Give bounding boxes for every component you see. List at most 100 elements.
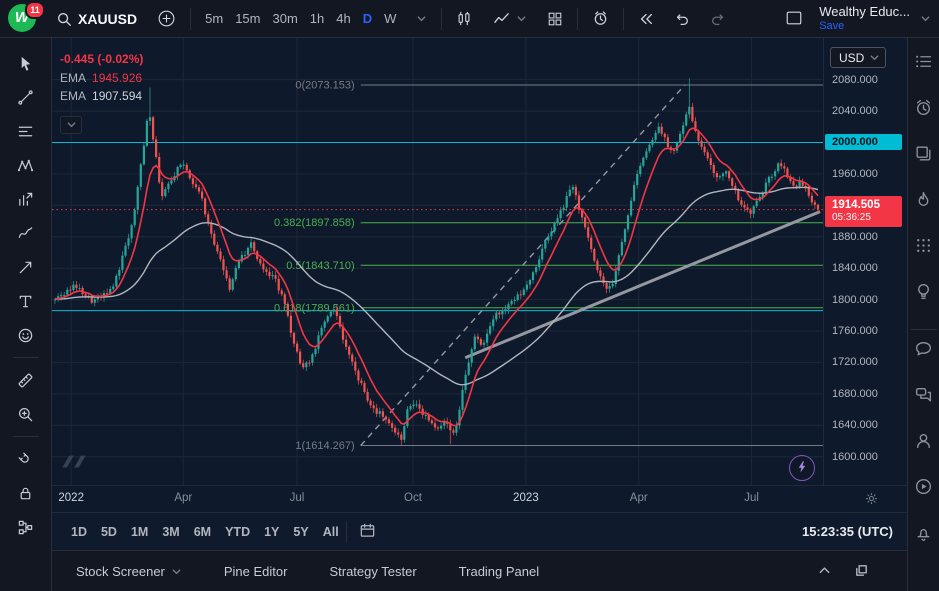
tab-trading-panel[interactable]: Trading Panel bbox=[453, 563, 545, 580]
panel-toggle-button[interactable] bbox=[779, 5, 809, 31]
footer-actions bbox=[815, 561, 871, 583]
price-scale[interactable]: USD 2080.0002040.0002000.0001960.0001920… bbox=[823, 38, 907, 485]
range-6M[interactable]: 6M bbox=[187, 521, 218, 543]
panel-maximize-button[interactable] bbox=[852, 561, 871, 583]
ema2-label: EMA bbox=[60, 89, 86, 103]
timeframe-30m[interactable]: 30m bbox=[266, 7, 303, 30]
forecast-button[interactable] bbox=[9, 182, 43, 216]
bar-replay-button[interactable] bbox=[632, 7, 660, 31]
screener-button[interactable] bbox=[911, 232, 937, 258]
timeframe-5m[interactable]: 5m bbox=[199, 7, 229, 30]
xabcd-pattern-button[interactable] bbox=[9, 148, 43, 182]
gear-icon bbox=[864, 494, 879, 509]
timeframe-W[interactable]: W bbox=[378, 7, 402, 30]
indicators-button[interactable] bbox=[487, 6, 533, 31]
range-YTD[interactable]: YTD bbox=[218, 521, 257, 543]
tab-stock-screener[interactable]: Stock Screener bbox=[70, 563, 188, 580]
chat-button[interactable] bbox=[911, 335, 937, 361]
go-to-date-button[interactable] bbox=[353, 520, 382, 544]
indicator-ema1[interactable]: EMA1945.926 bbox=[60, 69, 143, 88]
horizontal-lines[interactable] bbox=[52, 143, 823, 311]
fib-retracement-icon bbox=[17, 123, 34, 140]
text-button[interactable] bbox=[9, 284, 43, 318]
tab-strategy-tester[interactable]: Strategy Tester bbox=[323, 563, 422, 580]
range-1M[interactable]: 1M bbox=[124, 521, 155, 543]
timeframe-4h[interactable]: 4h bbox=[330, 7, 356, 30]
scale-settings-button[interactable] bbox=[864, 491, 879, 509]
streams-button[interactable] bbox=[911, 427, 937, 453]
layout-grid-button[interactable] bbox=[541, 7, 569, 31]
tab-pine-editor[interactable]: Pine Editor bbox=[218, 563, 294, 580]
lock-drawings-button[interactable] bbox=[9, 476, 43, 510]
calendar-icon bbox=[359, 522, 376, 539]
price-chart[interactable]: 0(2073.153)0.382(1897.858)0.5(1843.710)0… bbox=[52, 38, 823, 485]
utc-clock[interactable]: 15:23:35 (UTC) bbox=[802, 524, 895, 539]
tradingview-watermark bbox=[60, 452, 92, 475]
range-1Y[interactable]: 1Y bbox=[257, 521, 286, 543]
currency-select[interactable]: USD bbox=[830, 47, 886, 68]
timeframe-1h[interactable]: 1h bbox=[304, 7, 330, 30]
time-axis[interactable]: 2022AprJulOct2023AprJul bbox=[52, 485, 907, 512]
range-5Y[interactable]: 5Y bbox=[286, 521, 315, 543]
chevron-down-icon[interactable] bbox=[920, 13, 931, 24]
conversations-button[interactable] bbox=[911, 381, 937, 407]
tutorials-button[interactable] bbox=[911, 473, 937, 499]
divider bbox=[346, 521, 347, 543]
grid bbox=[52, 38, 823, 485]
notifications-button[interactable] bbox=[911, 519, 937, 545]
ema1-value: 1945.926 bbox=[92, 71, 142, 85]
undo-icon bbox=[674, 11, 690, 27]
highlighted-price-label: 2000.000 bbox=[825, 134, 902, 150]
alarm-clock-icon bbox=[592, 10, 609, 27]
interval-menu-button[interactable] bbox=[410, 9, 433, 28]
timeframe-15m[interactable]: 15m bbox=[229, 7, 266, 30]
hotlists-icon bbox=[914, 190, 933, 209]
watchlist-button[interactable] bbox=[911, 48, 937, 74]
symbol-search-button[interactable]: XAUUSD bbox=[50, 7, 143, 31]
range-5D[interactable]: 5D bbox=[94, 521, 124, 543]
range-3M[interactable]: 3M bbox=[155, 521, 186, 543]
fib-retracement-drawing[interactable]: 0(2073.153)0.382(1897.858)0.5(1843.710)0… bbox=[274, 80, 823, 453]
logo[interactable]: W 11 bbox=[8, 4, 42, 34]
published-chart-menu[interactable]: Wealthy Educ... Save bbox=[819, 5, 910, 31]
undo-button[interactable] bbox=[668, 7, 696, 31]
quick-action-button[interactable] bbox=[789, 455, 815, 481]
range-All[interactable]: All bbox=[316, 521, 346, 543]
last-price-value: 1914.505 bbox=[832, 198, 902, 212]
legend-collapse-button[interactable] bbox=[60, 116, 82, 134]
cursor-button[interactable] bbox=[9, 46, 43, 80]
price-tick: 1600.000 bbox=[832, 451, 878, 463]
rewind-icon bbox=[638, 11, 654, 27]
watchlist-icon bbox=[914, 52, 933, 71]
alerts-button[interactable] bbox=[911, 94, 937, 120]
indicator-ema2[interactable]: EMA1907.594 bbox=[60, 87, 143, 106]
ideas-button[interactable] bbox=[911, 278, 937, 304]
divider bbox=[190, 8, 191, 30]
panel-collapse-button[interactable] bbox=[815, 561, 834, 583]
tradingview-app: W 11 XAUUSD 5m15m30m1h4hDW bbox=[0, 0, 939, 591]
chevron-down-icon bbox=[171, 566, 182, 577]
fib-retracement-button[interactable] bbox=[9, 114, 43, 148]
arrow-marker-icon bbox=[17, 259, 34, 276]
range-1D[interactable]: 1D bbox=[64, 521, 94, 543]
time-label: Apr bbox=[630, 492, 648, 504]
zoom-in-button[interactable] bbox=[9, 397, 43, 431]
object-tree-button[interactable] bbox=[9, 510, 43, 544]
ema-fast-line bbox=[55, 128, 818, 425]
redo-button[interactable] bbox=[704, 7, 732, 31]
measure-ruler-button[interactable] bbox=[9, 363, 43, 397]
hotlists-button[interactable] bbox=[911, 186, 937, 212]
magnet-button[interactable] bbox=[9, 442, 43, 476]
timeframe-D[interactable]: D bbox=[357, 7, 378, 30]
arrow-marker-button[interactable] bbox=[9, 250, 43, 284]
trend-line-button[interactable] bbox=[9, 80, 43, 114]
compare-add-button[interactable] bbox=[151, 5, 182, 32]
fib-label: 0.618(1789.561) bbox=[274, 302, 355, 314]
line-chart-icon bbox=[493, 10, 510, 27]
brush-button[interactable] bbox=[9, 216, 43, 250]
emoji-button[interactable] bbox=[9, 318, 43, 352]
save-label[interactable]: Save bbox=[819, 20, 910, 32]
news-button[interactable] bbox=[911, 140, 937, 166]
chart-style-button[interactable] bbox=[450, 6, 479, 31]
alert-button[interactable] bbox=[586, 6, 615, 31]
